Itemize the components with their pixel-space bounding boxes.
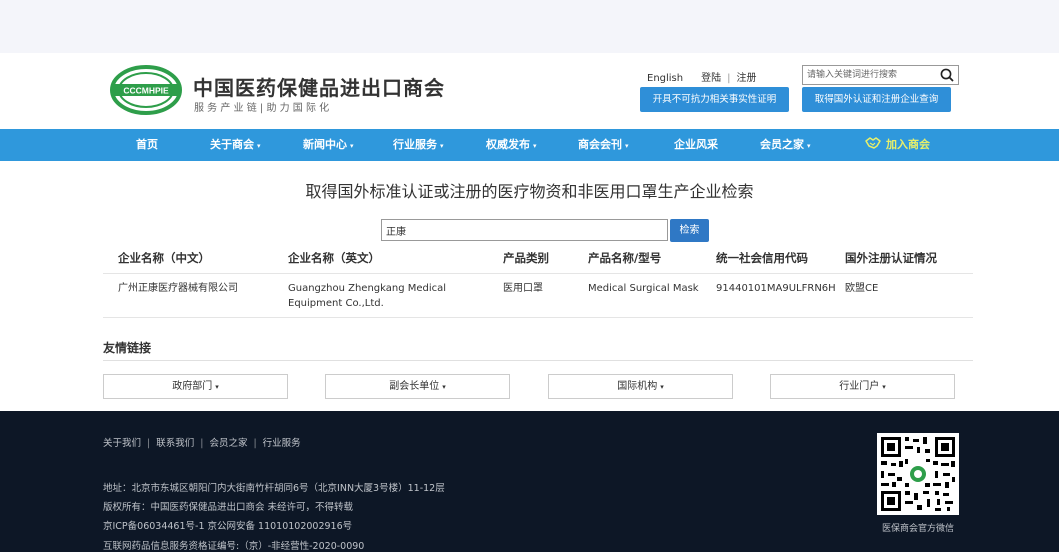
chevron-down-icon: ▾ (350, 142, 354, 150)
chevron-down-icon: ▾ (442, 383, 446, 391)
login-link[interactable]: 登陆 (701, 69, 721, 84)
dropdown-vice-president[interactable]: 副会长单位 ▾ (325, 374, 510, 399)
cccmhpie-logo[interactable]: CCCMHPIE (110, 65, 182, 115)
credit-code: 91440101MA9ULFRN6H (716, 283, 836, 294)
dropdown-industry-portal[interactable]: 行业门户 ▾ (770, 374, 955, 399)
org-slogan: 服 务 产 业 链 | 助 力 国 际 化 (194, 103, 330, 114)
certification: 欧盟CE (845, 283, 879, 294)
top-strip (0, 0, 1059, 53)
chevron-down-icon: ▾ (882, 383, 886, 391)
nav-enterprise[interactable]: 企业风采 (674, 129, 718, 161)
chevron-down-icon: ▾ (215, 383, 219, 391)
footer-about-link[interactable]: 关于我们 (103, 438, 141, 449)
join-button[interactable]: 加入商会 (865, 129, 930, 161)
link-separator: | (727, 73, 731, 84)
footer-license: 互联网药品信息服务资格证编号:（京）-非经营性-2020-0090 (103, 541, 365, 552)
nav-news[interactable]: 新闻中心 ▾ (303, 129, 354, 161)
cert-query-button[interactable]: 取得国外认证和注册企业查询 (802, 87, 951, 112)
footer-address: 地址：北京市东城区朝阳门内大街南竹杆胡同6号（北京INN大厦3号楼）11-12层 (103, 483, 445, 494)
nav-members[interactable]: 会员之家 ▾ (760, 129, 811, 161)
footer-members-link[interactable]: 会员之家 (209, 438, 247, 449)
col-header: 产品类别 (503, 251, 549, 265)
top-links: English 登陆 | 注册 (647, 69, 756, 84)
nav-journal[interactable]: 商会会刊 ▾ (578, 129, 629, 161)
nav-about[interactable]: 关于商会 ▾ (210, 129, 261, 161)
friends-title: 友情链接 (103, 341, 152, 355)
chevron-down-icon: ▾ (625, 142, 629, 150)
site-header: CCCMHPIE 中国医药保健品进出口商会 服 务 产 业 链 | 助 力 国 … (0, 53, 1059, 129)
footer-contact-link[interactable]: 联系我们 (156, 438, 194, 449)
nav-home[interactable]: 首页 (136, 129, 158, 161)
product-model: Medical Surgical Mask (588, 283, 699, 294)
footer-links: 关于我们 | 联系我们 | 会员之家 | 行业服务 (103, 438, 301, 449)
query-box (381, 219, 668, 241)
company-name-en: Guangzhou Zhengkang Medical Equipment Co… (288, 283, 447, 309)
chevron-down-icon: ▾ (257, 142, 261, 150)
col-header: 产品名称/型号 (588, 251, 662, 265)
col-header: 企业名称（中文） (118, 251, 210, 265)
nav-authority[interactable]: 权威发布 ▾ (486, 129, 537, 161)
footer-copyright: 版权所有：中国医药保健品进出口商会 未经许可，不得转载 (103, 502, 354, 513)
dropdown-government[interactable]: 政府部门 ▾ (103, 374, 288, 399)
col-header: 企业名称（英文） (288, 251, 380, 265)
handshake-icon (865, 137, 881, 149)
logo-text: CCCMHPIE (123, 86, 169, 96)
query-input[interactable] (382, 220, 667, 241)
main-nav: 首页 关于商会 ▾ 新闻中心 ▾ 行业服务 ▾ 权威发布 ▾ 商会会刊 ▾ 企业风采 会员… (0, 129, 1059, 161)
site-footer: 关于我们 | 联系我们 | 会员之家 | 行业服务 地址：北京市东城区朝阳门内大街南竹杆胡同… (0, 411, 1059, 552)
search-icon[interactable] (939, 67, 955, 83)
org-name: 中国医药保健品进出口商会 (193, 76, 445, 100)
site-search (802, 65, 959, 85)
chevron-down-icon: ▾ (440, 142, 444, 150)
site-search-input[interactable] (807, 68, 935, 82)
force-majeure-button[interactable]: 开具不可抗力相关事实性证明 (640, 87, 789, 112)
english-link[interactable]: English (647, 73, 683, 84)
nav-industry-service[interactable]: 行业服务 ▾ (393, 129, 444, 161)
product-category: 医用口罩 (503, 283, 543, 294)
table-header: 企业名称（中文） 企业名称（英文） 产品类别 产品名称/型号 统一社会信用代码 … (103, 247, 973, 274)
register-link[interactable]: 注册 (736, 69, 756, 84)
col-header: 国外注册认证情况 (845, 251, 937, 265)
table-row: 广州正康医疗器械有限公司 Guangzhou Zhengkang Medical… (103, 274, 973, 318)
qr-caption: 医保商会官方微信 (881, 524, 954, 534)
chevron-down-icon: ▾ (660, 383, 664, 391)
divider (103, 360, 973, 361)
col-header: 统一社会信用代码 (716, 251, 808, 265)
footer-service-link[interactable]: 行业服务 (263, 438, 301, 449)
results-table: 企业名称（中文） 企业名称（英文） 产品类别 产品名称/型号 统一社会信用代码 … (103, 247, 973, 318)
dropdown-international[interactable]: 国际机构 ▾ (548, 374, 733, 399)
wechat-qr-code (877, 433, 959, 515)
page-title: 取得国外标准认证或注册的医疗物资和非医用口罩生产企业检索 (305, 182, 754, 201)
footer-icp[interactable]: 京ICP备06034461号-1 京公网安备 11010102002916号 (103, 518, 352, 532)
query-button[interactable]: 检索 (670, 219, 709, 242)
chevron-down-icon: ▾ (807, 142, 811, 150)
chevron-down-icon: ▾ (533, 142, 537, 150)
company-name-cn: 广州正康医疗器械有限公司 (118, 283, 238, 294)
